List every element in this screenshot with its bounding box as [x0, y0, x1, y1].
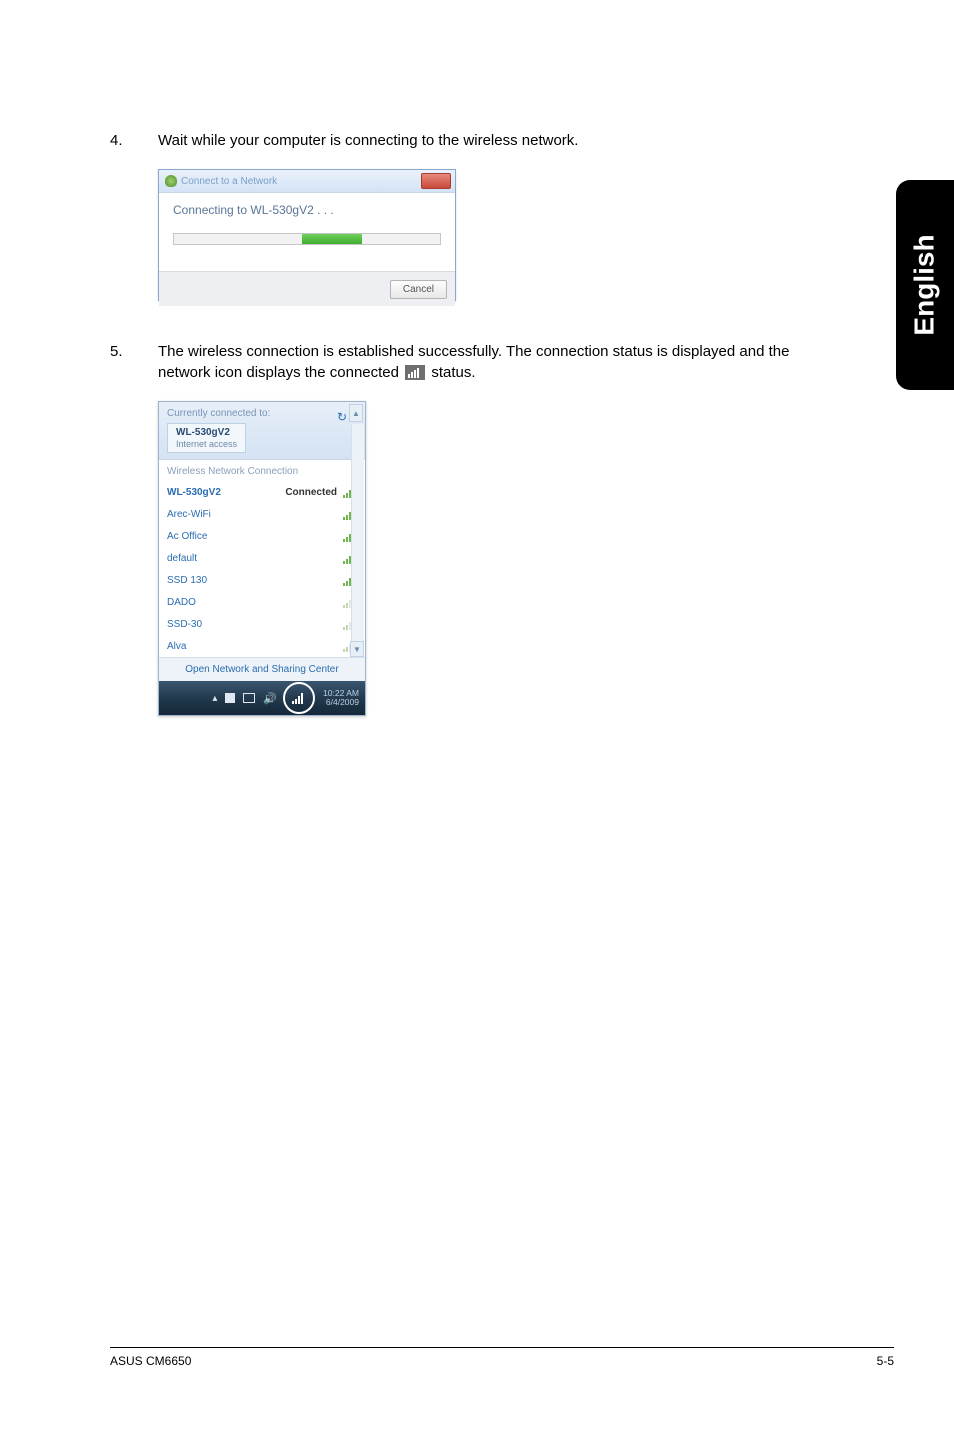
- page-content: 4. Wait while your computer is connectin…: [110, 130, 840, 716]
- section-label: Wireless Network Connection: [167, 466, 298, 477]
- step-text: The wireless connection is established s…: [158, 341, 840, 383]
- refresh-icon[interactable]: ↻: [337, 410, 347, 424]
- network-name: SSD 130: [167, 575, 207, 586]
- network-name: Arec-WiFi: [167, 509, 211, 520]
- connecting-label: Connecting to WL-530gV2 . . .: [173, 203, 441, 217]
- step-number: 5.: [110, 341, 130, 383]
- step5-text-after: status.: [431, 364, 475, 381]
- wireless-section-header: Wireless Network Connection ˄: [159, 460, 365, 481]
- progress-bar: [173, 233, 441, 245]
- language-tab: English: [896, 180, 954, 390]
- network-list: WL-530gV2 Connected Arec-WiFi Ac Office defa…: [159, 481, 365, 657]
- footer-right: 5-5: [877, 1354, 894, 1368]
- network-item[interactable]: default: [159, 547, 365, 569]
- footer-left: ASUS CM6650: [110, 1354, 191, 1368]
- shield-icon: [165, 175, 177, 187]
- network-name: Alva: [167, 641, 186, 652]
- step-5: 5. The wireless connection is establishe…: [110, 341, 840, 383]
- network-name: Ac Office: [167, 531, 207, 542]
- page-footer: ASUS CM6650 5-5: [110, 1347, 894, 1368]
- dialog-body: Connecting to WL-530gV2 . . .: [159, 193, 455, 271]
- network-item[interactable]: Ac Office: [159, 525, 365, 547]
- network-item[interactable]: WL-530gV2 Connected: [159, 481, 365, 503]
- progress-fill: [302, 234, 362, 244]
- network-name: WL-530gV2: [167, 487, 221, 498]
- scroll-up-icon[interactable]: ▲: [349, 404, 363, 422]
- cancel-button[interactable]: Cancel: [390, 280, 447, 299]
- current-connection-name: WL-530gV2: [176, 427, 230, 438]
- network-item[interactable]: SSD 130: [159, 569, 365, 591]
- network-item[interactable]: SSD-30: [159, 613, 365, 635]
- network-name: DADO: [167, 597, 196, 608]
- network-item[interactable]: Arec-WiFi: [159, 503, 365, 525]
- current-connection-tag[interactable]: WL-530gV2 Internet access: [167, 423, 246, 453]
- step-4: 4. Wait while your computer is connectin…: [110, 130, 840, 151]
- taskbar-clock[interactable]: 10:22 AM 6/4/2009: [323, 689, 359, 708]
- speaker-icon[interactable]: 🔊: [263, 692, 277, 705]
- open-network-center-link[interactable]: Open Network and Sharing Center: [159, 657, 365, 681]
- dialog-footer: Cancel: [159, 271, 455, 306]
- network-name: default: [167, 553, 197, 564]
- network-name: SSD-30: [167, 619, 202, 630]
- dialog-title: Connect to a Network: [181, 176, 277, 187]
- signal-bars-icon: [405, 365, 425, 380]
- scrollbar[interactable]: [351, 424, 364, 645]
- step-text: Wait while your computer is connecting t…: [158, 130, 840, 151]
- tray-arrow-icon[interactable]: ▴: [212, 693, 217, 704]
- currently-connected-label: Currently connected to:: [167, 408, 357, 419]
- network-status: Connected: [285, 487, 337, 498]
- clock-date: 6/4/2009: [323, 698, 359, 707]
- current-connection-sub: Internet access: [176, 439, 237, 449]
- action-center-icon[interactable]: [225, 693, 235, 703]
- scroll-down-icon[interactable]: ▼: [350, 641, 364, 657]
- taskbar: ▴ 🔊 10:22 AM 6/4/2009: [159, 681, 365, 715]
- network-popup: Currently connected to: WL-530gV2 Intern…: [158, 401, 366, 716]
- network-item[interactable]: Alva: [159, 635, 365, 657]
- signal-bars-icon: [292, 692, 306, 704]
- popup-header: Currently connected to: WL-530gV2 Intern…: [159, 402, 365, 460]
- step-number: 4.: [110, 130, 130, 151]
- network-tray-icon[interactable]: [283, 682, 315, 714]
- network-item[interactable]: DADO: [159, 591, 365, 613]
- close-icon[interactable]: [421, 173, 451, 189]
- keyboard-icon[interactable]: [243, 693, 255, 703]
- connect-dialog: Connect to a Network Connecting to WL-53…: [158, 169, 456, 301]
- dialog-titlebar: Connect to a Network: [159, 170, 455, 193]
